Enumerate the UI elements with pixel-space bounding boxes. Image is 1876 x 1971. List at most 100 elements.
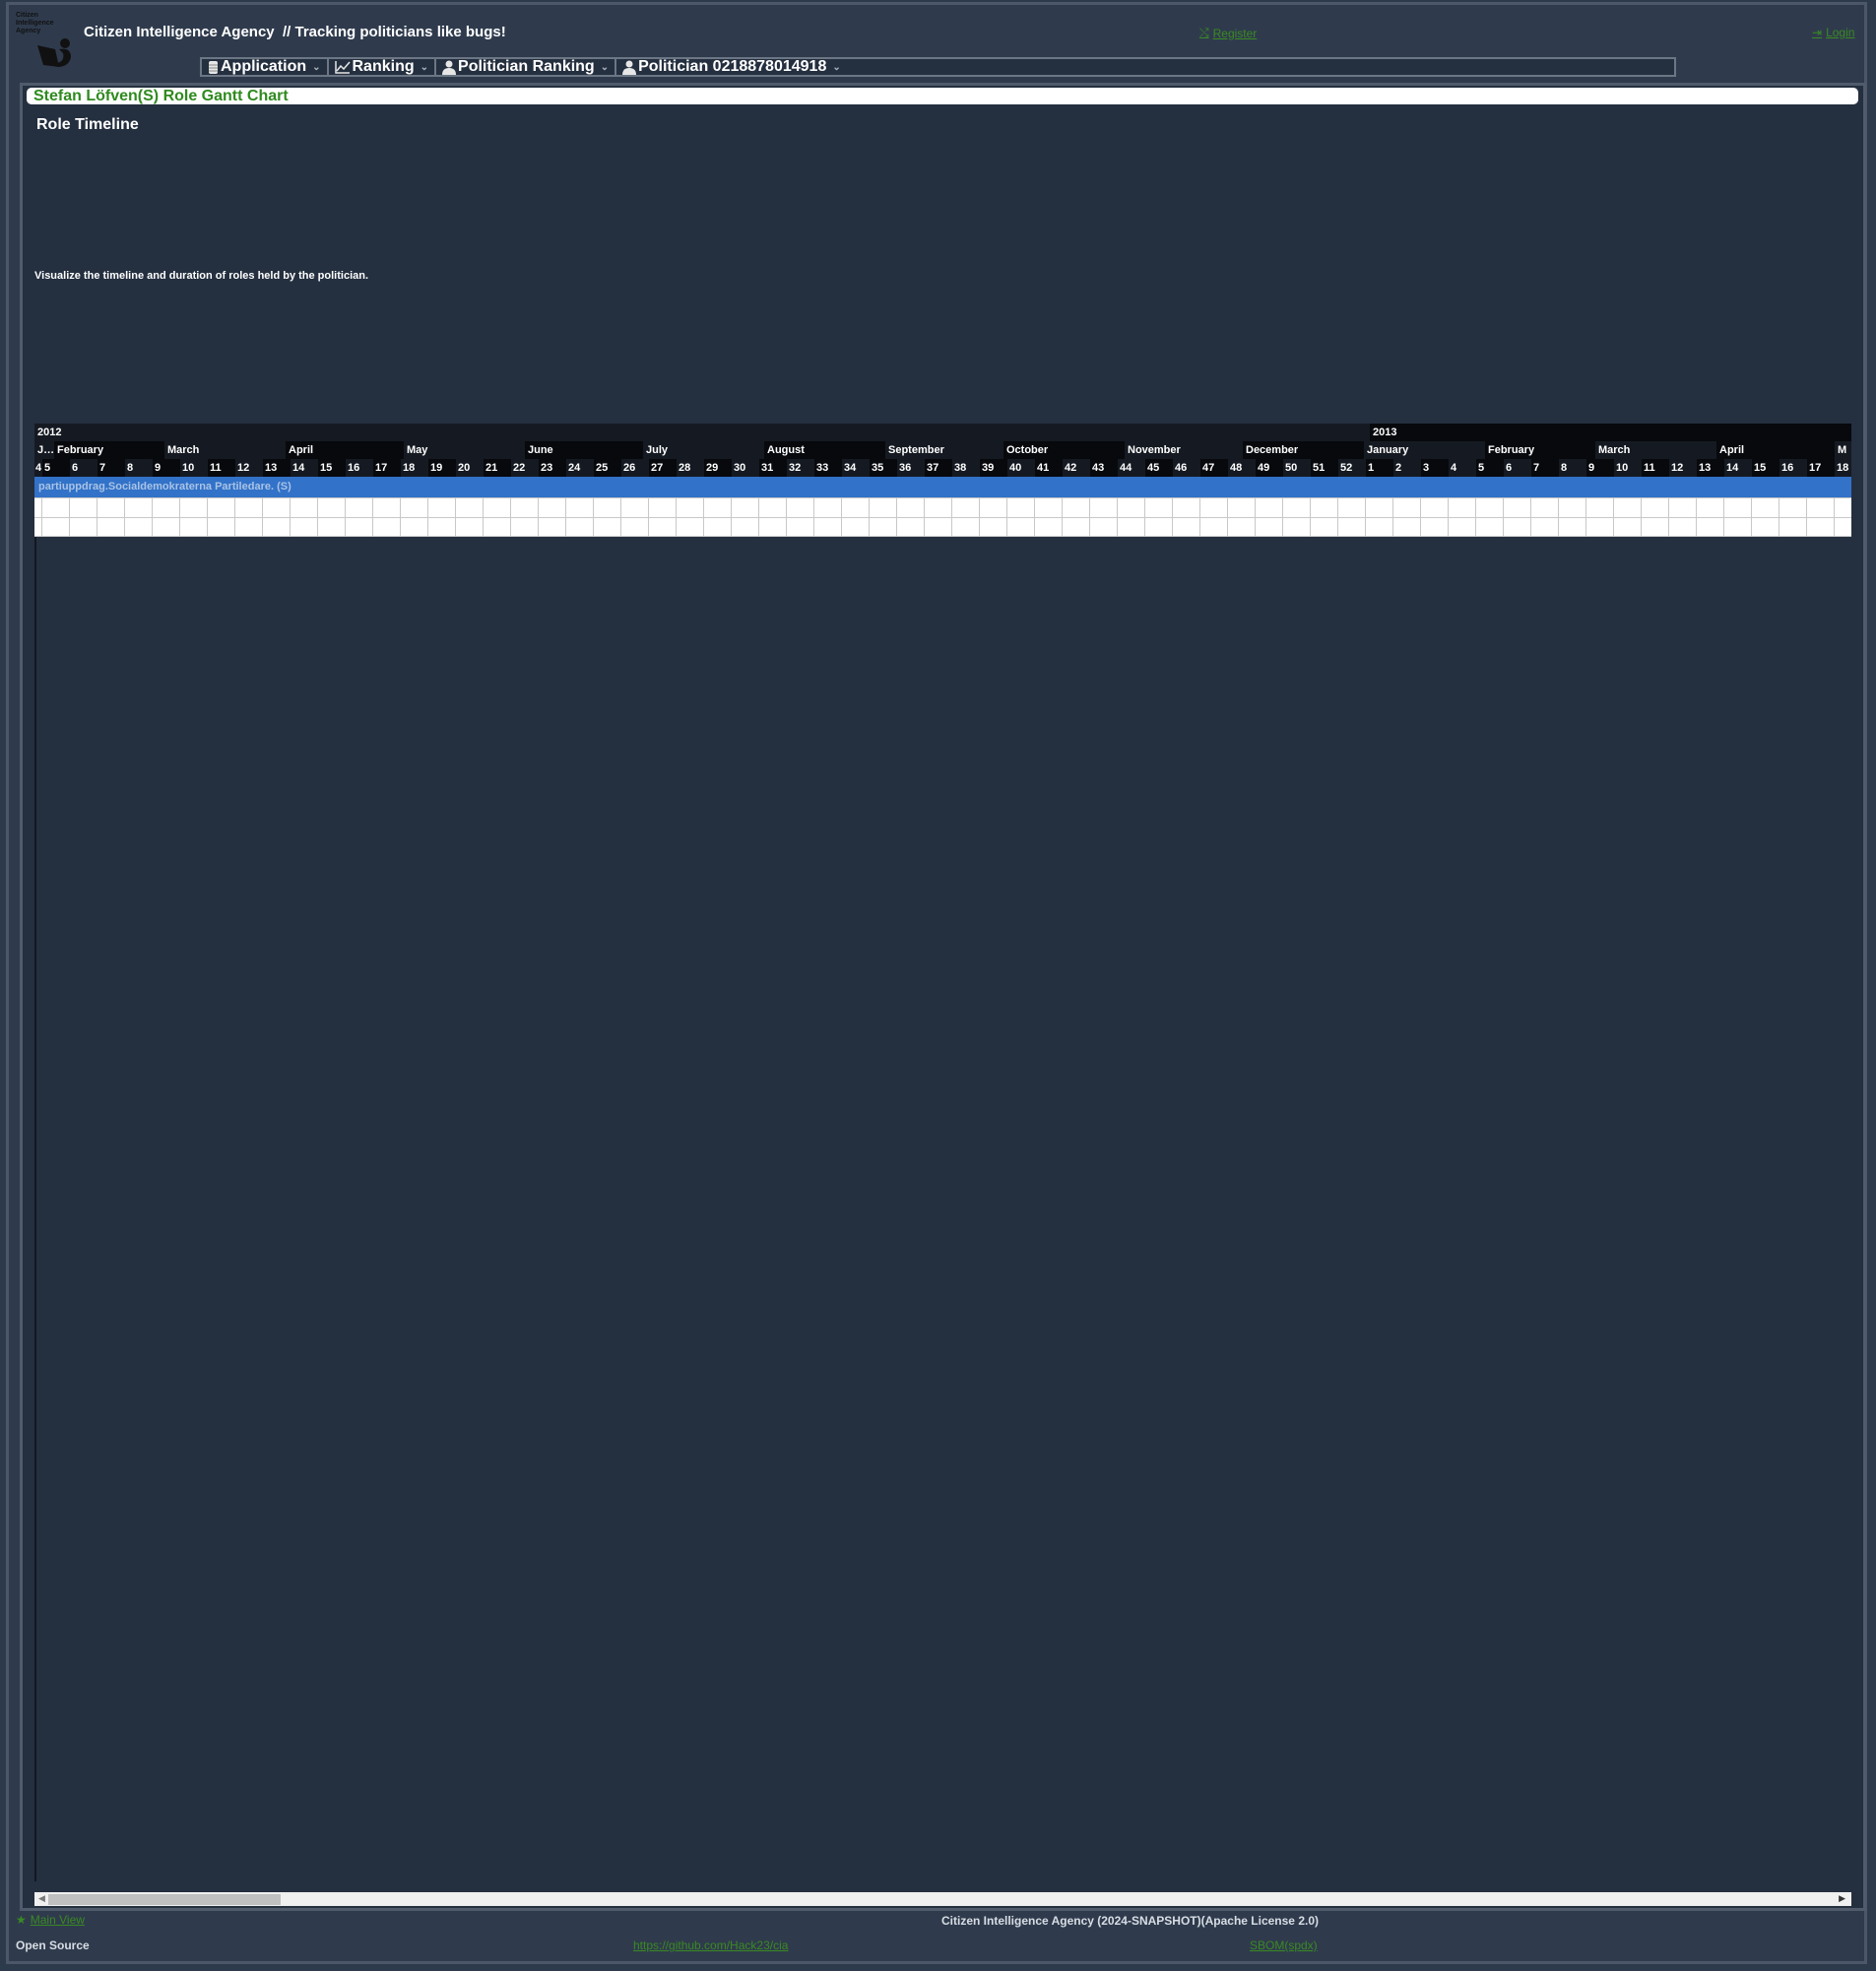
gantt-week-label: 26 — [623, 462, 636, 474]
gantt-week-label: 11 — [208, 459, 235, 477]
gantt-week-label: 9 — [1586, 459, 1614, 477]
gantt-week-label: 43 — [1090, 459, 1118, 477]
gantt-week-label: 2 — [1395, 462, 1402, 474]
horizontal-scrollbar[interactable]: ◀ ▶ — [34, 1892, 1851, 1906]
logo[interactable]: Citizen Intelligence Agency — [14, 10, 83, 71]
gantt-week-label: 16 — [1781, 462, 1794, 474]
gantt-week-label: 45 — [1145, 459, 1173, 477]
menu-politician[interactable]: Politician 0218878014918 ⌄ — [616, 58, 847, 75]
menu-ranking[interactable]: Ranking ⌄ — [329, 58, 437, 75]
main-view-link[interactable]: ★ Main View — [16, 1913, 85, 1927]
gantt-month-label: December — [1243, 441, 1364, 459]
sbom-link[interactable]: SBOM(spdx) — [1250, 1938, 1318, 1952]
logo-line: Intelligence — [16, 20, 54, 27]
login-link[interactable]: ⇥ Login — [1812, 26, 1854, 39]
gantt-week-label: 10 — [182, 462, 195, 474]
gantt-week-label: 52 — [1340, 462, 1353, 474]
gantt-week-label: 50 — [1285, 462, 1298, 474]
login-label: Login — [1826, 26, 1855, 39]
gantt-week-label: 51 — [1311, 459, 1338, 477]
user-icon — [622, 60, 637, 75]
scroll-left-arrow-icon[interactable]: ◀ — [38, 1893, 45, 1904]
chevron-down-icon: ⌄ — [420, 61, 429, 73]
page-caption: Stefan Löfven(S) Role Gantt Chart — [27, 88, 1858, 104]
gantt-year-label: 2013 — [1370, 424, 1851, 441]
gantt-week-label: 19 — [428, 459, 456, 477]
gantt-grid — [34, 497, 1851, 537]
gantt-week-label: 40 — [1009, 462, 1022, 474]
gantt-week-label: 38 — [954, 462, 967, 474]
gantt-left-border — [34, 424, 36, 1881]
gantt-week-label: 14 — [292, 462, 305, 474]
logo-text: Citizen Intelligence Agency — [16, 12, 54, 35]
gantt-month-label: J… — [37, 444, 54, 456]
gantt-week-label: 11 — [1642, 459, 1669, 477]
gantt-week-label: 21 — [484, 459, 511, 477]
gantt-week-label: 6 — [1506, 462, 1513, 474]
user-icon — [442, 60, 457, 75]
gantt-week-label: 8 — [1561, 462, 1568, 474]
gantt-week-label: 6 — [72, 462, 79, 474]
gantt-week-label: 30 — [734, 462, 746, 474]
logo-line: Citizen — [16, 12, 38, 19]
gantt-month-label: February — [54, 441, 164, 459]
gantt-month-label: November — [1128, 444, 1181, 456]
main-menu-bar: Application ⌄ Ranking ⌄ Politician Ranki… — [200, 57, 1676, 77]
section-description: Visualize the timeline and duration of r… — [34, 270, 369, 282]
gantt-month-label: September — [888, 444, 944, 456]
gantt-year-label: 2012 — [37, 427, 62, 438]
gantt-week-row: 4 5 6 7 8 9 10 11 12 13 14 15 16 17 18 19 20 21 22 23 24 25 26… — [34, 459, 1851, 477]
gantt-week-label: 42 — [1065, 462, 1077, 474]
star-icon: ★ — [16, 1913, 27, 1927]
gantt-week-label: 4 — [35, 462, 42, 474]
gantt-month-row: J… February March April May June July August Sep… — [34, 441, 1851, 459]
gantt-month-label: April — [1716, 441, 1835, 459]
gantt-week-label: 9 — [153, 459, 180, 477]
gantt-month-label: June — [525, 441, 643, 459]
gantt-week-label: 7 — [97, 459, 125, 477]
gantt-chart[interactable]: 2012 2013 J… February March April May June July… — [34, 424, 1851, 1898]
gantt-week-label: 39 — [980, 459, 1007, 477]
gantt-week-label: 47 — [1200, 459, 1228, 477]
gantt-week-label: 3 — [1421, 459, 1449, 477]
menu-politician-ranking[interactable]: Politician Ranking ⌄ — [436, 58, 617, 75]
gantt-month-label: May — [407, 444, 428, 456]
chevron-down-icon: ⌄ — [600, 61, 610, 73]
menu-application[interactable]: Application ⌄ — [202, 58, 329, 75]
app-title: Citizen Intelligence Agency // Tracking … — [84, 24, 506, 40]
gantt-month-label: February — [1485, 441, 1595, 459]
gantt-month-label: January — [1367, 444, 1409, 456]
gantt-week-label: 25 — [594, 459, 621, 477]
random-icon: ⤭ — [1199, 26, 1209, 39]
database-icon — [208, 60, 219, 75]
menu-label: Application — [221, 58, 307, 75]
chevron-down-icon: ⌄ — [832, 61, 841, 73]
register-link[interactable]: ⤭ Register — [1199, 26, 1257, 40]
gantt-week-label: 46 — [1175, 462, 1188, 474]
gantt-week-label: 34 — [844, 462, 857, 474]
gantt-week-label: 31 — [759, 459, 787, 477]
gantt-month-label: July — [646, 444, 669, 456]
hacker-laptop-icon — [37, 38, 71, 67]
gantt-week-label: 48 — [1230, 462, 1243, 474]
scroll-right-arrow-icon[interactable]: ▶ — [1839, 1893, 1845, 1904]
gantt-week-label: 22 — [513, 462, 526, 474]
content-panel: Stefan Löfven(S) Role Gantt Chart Role T… — [20, 83, 1866, 1911]
gantt-month-label: October — [1003, 441, 1125, 459]
gantt-month-label: August — [764, 441, 885, 459]
gantt-week-label: 29 — [704, 459, 732, 477]
gantt-week-label: 14 — [1726, 462, 1739, 474]
gantt-week-label: 8 — [127, 462, 134, 474]
github-link[interactable]: https://github.com/Hack23/cia — [633, 1938, 788, 1952]
scrollbar-thumb[interactable] — [48, 1894, 281, 1905]
gantt-week-label: 15 — [318, 459, 346, 477]
gantt-week-label: 1 — [1366, 459, 1393, 477]
gantt-week-label: 15 — [1752, 459, 1779, 477]
gantt-week-label: 20 — [458, 462, 471, 474]
gantt-task-bar[interactable]: partiuppdrag.Socialdemokraterna Partiled… — [34, 477, 1851, 497]
gantt-week-label: 33 — [814, 459, 842, 477]
gantt-week-label: 16 — [348, 462, 360, 474]
footer-copyright: Citizen Intelligence Agency (2024-SNAPSH… — [941, 1914, 1319, 1928]
gantt-week-label: 49 — [1256, 459, 1283, 477]
gantt-month-label: March — [167, 444, 200, 456]
